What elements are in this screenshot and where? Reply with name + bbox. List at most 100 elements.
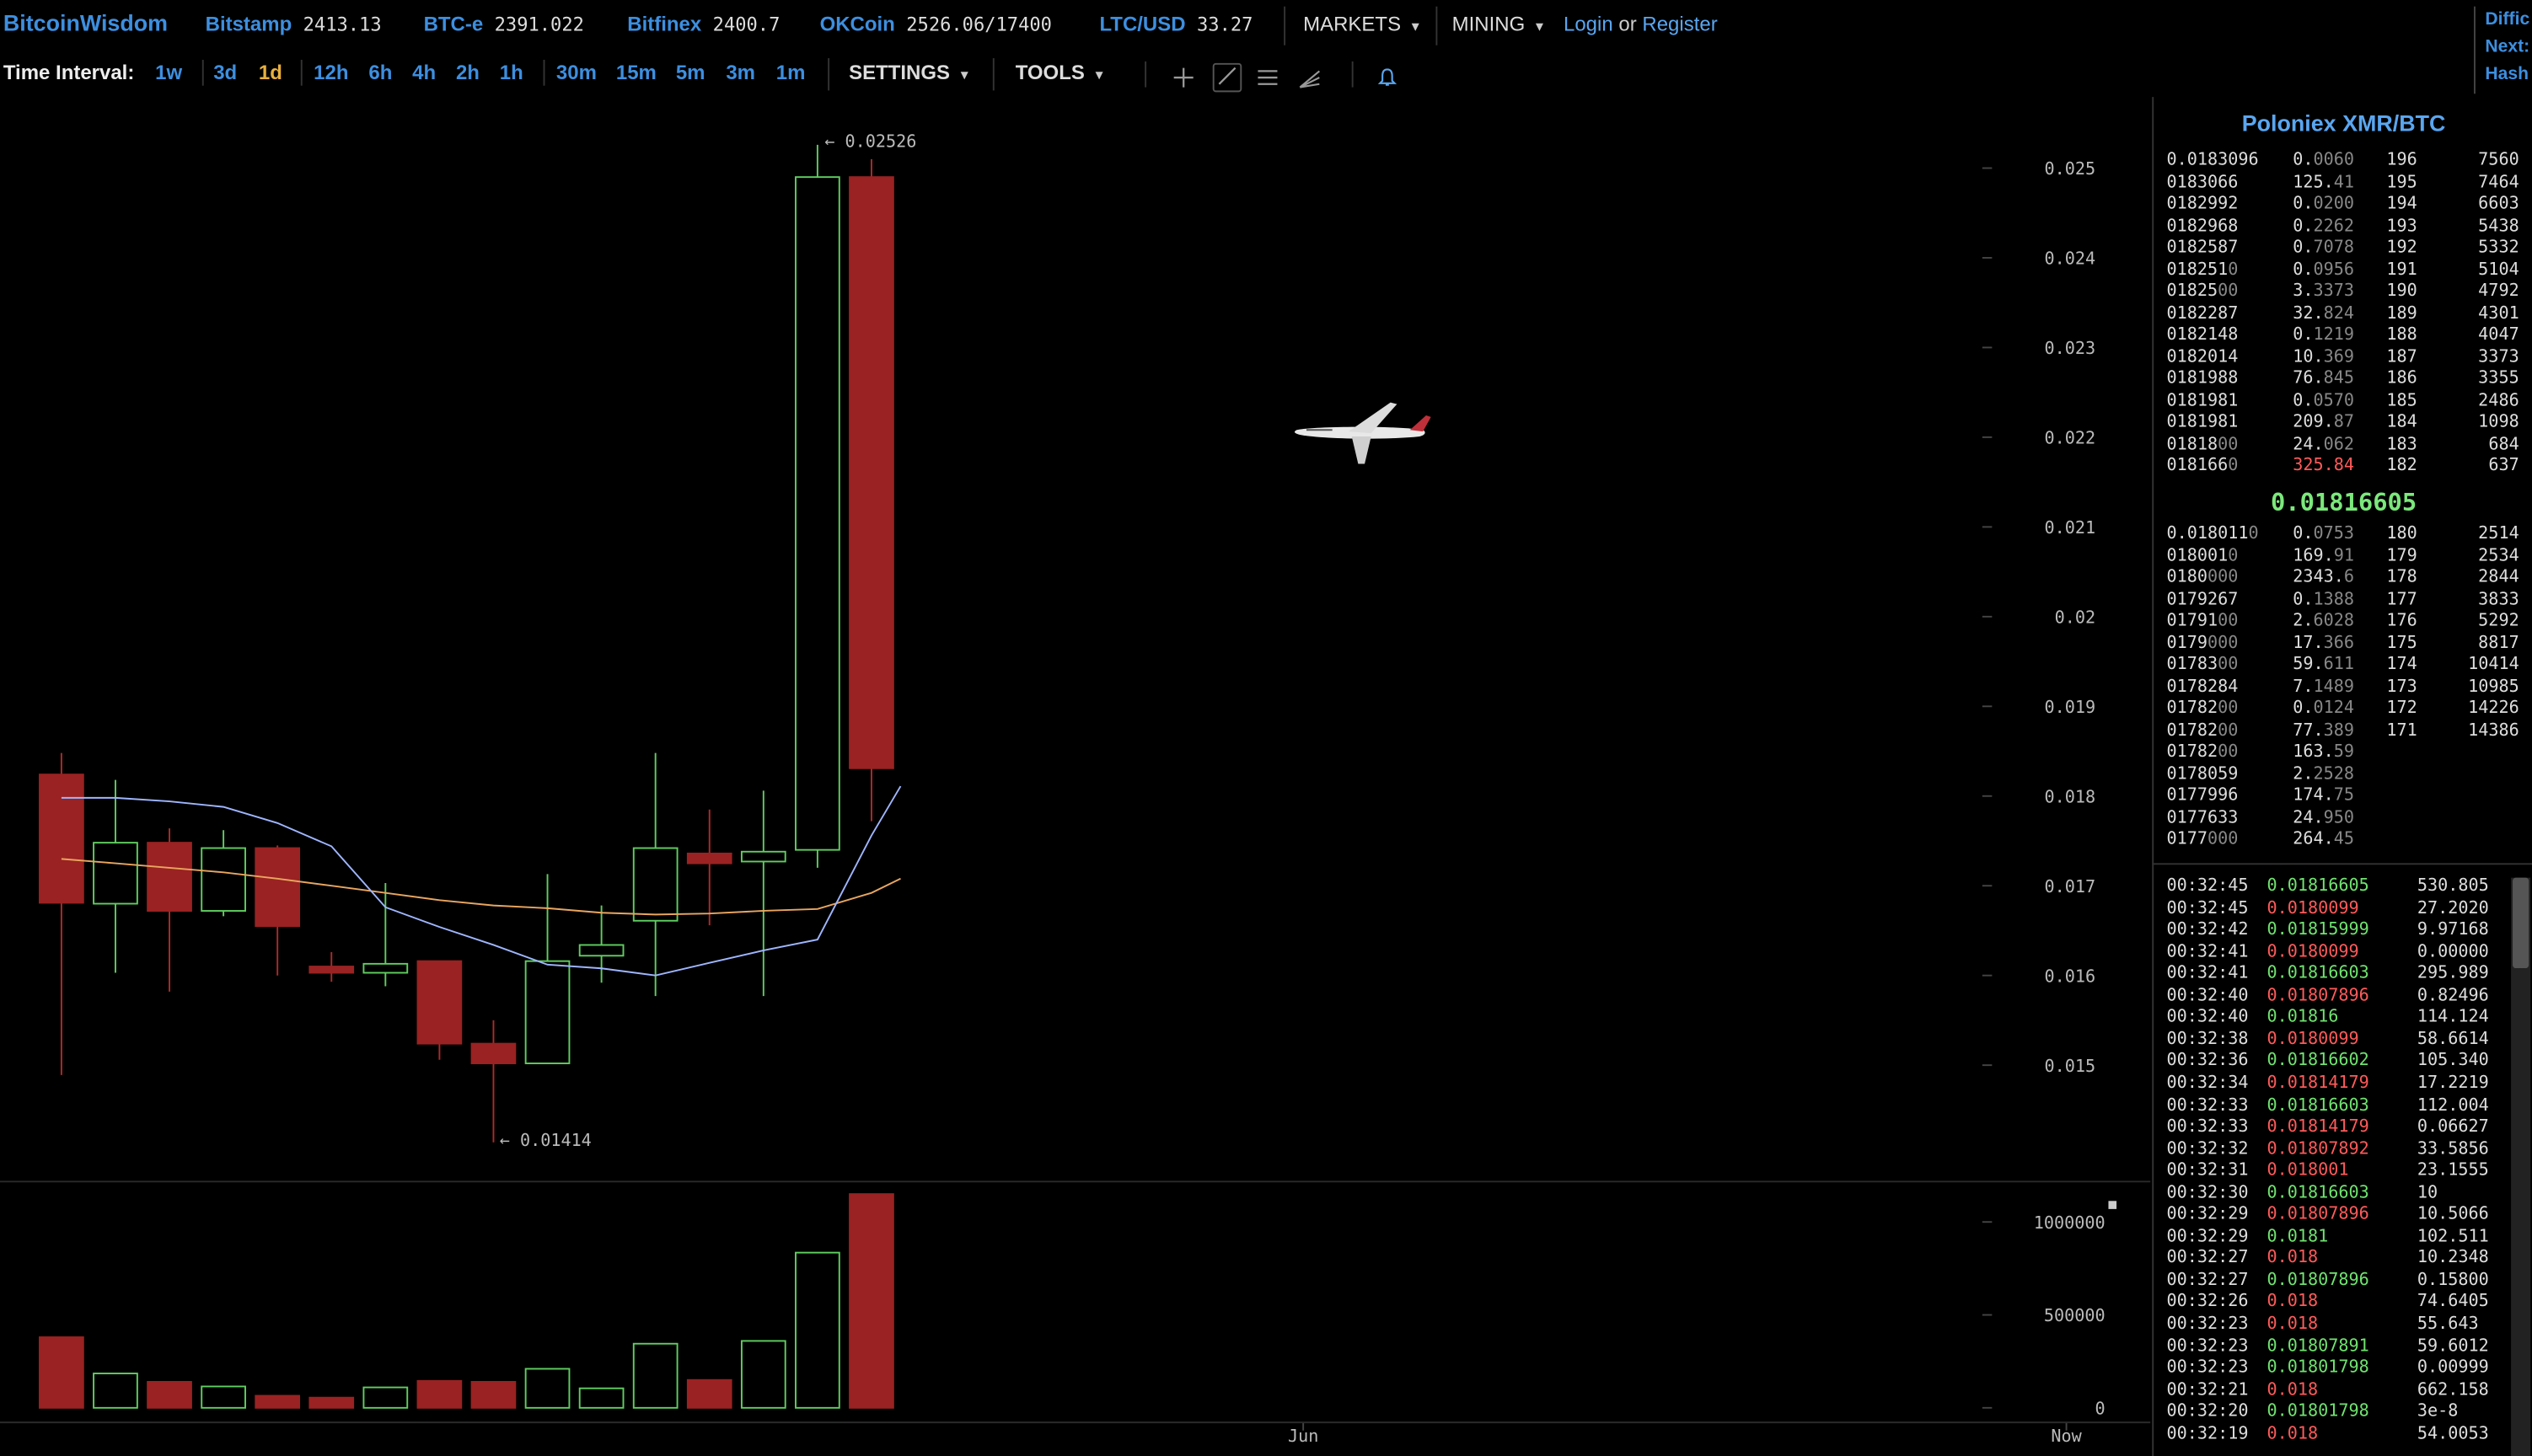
price-digits: 01791 bbox=[2166, 611, 2218, 631]
ask-row[interactable]: 0181981 209.87 184 1098 bbox=[2167, 412, 2519, 434]
brand-logo[interactable]: BitcoinWisdom bbox=[3, 10, 168, 36]
order-total: 14226 bbox=[2468, 698, 2519, 718]
trade-row: 00:32:33 0.01814179 0.06627 bbox=[2167, 1117, 2519, 1139]
interval-1d[interactable]: 1d bbox=[259, 62, 282, 84]
ask-row[interactable]: 0182014 10.369 187 3373 bbox=[2167, 346, 2519, 368]
ask-row[interactable]: 0182992 0.0200 194 6603 bbox=[2167, 194, 2519, 216]
interval-2h[interactable]: 2h bbox=[456, 62, 480, 84]
bid-row[interactable]: 0178284 7.1489 173 10985 bbox=[2167, 677, 2519, 699]
login-link[interactable]: Login bbox=[1564, 13, 1613, 35]
ticker-btce[interactable]: BTC-e 2391.022 bbox=[424, 13, 584, 35]
bid-row[interactable]: 0180010 169.91 179 2534 bbox=[2167, 545, 2519, 567]
bid-row[interactable]: 0177996 174.75 bbox=[2167, 785, 2519, 807]
mining-label: MINING bbox=[1451, 13, 1526, 36]
bid-row[interactable]: 0178200 77.389 171 14386 bbox=[2167, 720, 2519, 742]
price-tick-label: 0.019 bbox=[2045, 697, 2096, 717]
interval-12h[interactable]: 12h bbox=[314, 62, 348, 84]
register-link[interactable]: Register bbox=[1642, 13, 1717, 35]
ask-row[interactable]: 0182587 0.7078 192 5332 bbox=[2167, 238, 2519, 260]
ask-row[interactable]: 0182148 0.1219 188 4047 bbox=[2167, 325, 2519, 347]
bid-row[interactable]: 0179100 2.6028 176 5292 bbox=[2167, 611, 2519, 633]
order-price: 0182510 bbox=[2167, 260, 2239, 279]
interval-1h[interactable]: 1h bbox=[500, 62, 523, 84]
market-title[interactable]: Poloniex XMR/BTC bbox=[2154, 110, 2532, 136]
order-depth: 175 bbox=[2386, 633, 2417, 653]
interval-30m[interactable]: 30m bbox=[556, 62, 597, 84]
interval-1w[interactable]: 1w bbox=[155, 62, 182, 84]
interval-3d[interactable]: 3d bbox=[213, 62, 237, 84]
bid-row[interactable]: 0177000 264.45 bbox=[2167, 829, 2519, 851]
interval-15m[interactable]: 15m bbox=[616, 62, 657, 84]
bid-row[interactable]: 0179000 17.366 175 8817 bbox=[2167, 633, 2519, 655]
ticker-bar: BitcoinWisdom Bitstamp 2413.13 BTC-e 2391.… bbox=[0, 0, 2474, 51]
bid-row[interactable]: 0.0180110 0.0753 180 2514 bbox=[2167, 524, 2519, 546]
ticker-bitfinex[interactable]: Bitfinex 2400.7 bbox=[627, 13, 780, 35]
crosshair-icon[interactable] bbox=[1171, 67, 1197, 93]
scrollbar-thumb[interactable] bbox=[2513, 877, 2529, 969]
divider bbox=[543, 59, 545, 86]
ask-row[interactable]: 0182287 32.824 189 4301 bbox=[2167, 303, 2519, 325]
trade-time: 00:32:29 bbox=[2166, 1204, 2249, 1224]
trade-amount: 662.158 bbox=[2417, 1379, 2489, 1400]
ask-row[interactable]: 0182500 3.3373 190 4792 bbox=[2167, 281, 2519, 303]
ticker-ltcusd[interactable]: LTC/USD 33.27 bbox=[1099, 13, 1253, 35]
line-draw-icon[interactable] bbox=[1212, 62, 1242, 93]
trade-row: 00:32:27 0.01807896 0.15800 bbox=[2167, 1271, 2519, 1293]
order-price: 0179267 bbox=[2167, 589, 2239, 608]
bid-row[interactable]: 0178059 2.2528 bbox=[2167, 763, 2519, 785]
order-amount: 24.950 bbox=[2293, 807, 2354, 827]
ticker-bitstamp[interactable]: Bitstamp 2413.13 bbox=[206, 13, 382, 35]
order-depth: 182 bbox=[2386, 455, 2417, 475]
trade-price: 0.01801798 bbox=[2266, 1357, 2369, 1378]
price-chart[interactable]: 0.025 0.024 0.023 0.022 0.021 0.02 0.019 0.018 0… bbox=[0, 97, 2151, 1456]
alert-bell-icon[interactable] bbox=[1375, 67, 1401, 93]
bid-row[interactable]: 0178200 0.0124 172 14226 bbox=[2167, 699, 2519, 720]
order-amount: 10.369 bbox=[2293, 346, 2354, 366]
ask-row[interactable]: 0181981 0.0570 185 2486 bbox=[2167, 390, 2519, 412]
bid-row[interactable]: 0178300 59.611 174 10414 bbox=[2167, 655, 2519, 677]
amount-frac: 45 bbox=[2333, 829, 2355, 849]
ask-row[interactable]: 0.0183096 0.0060 196 7560 bbox=[2167, 150, 2519, 172]
order-depth: 172 bbox=[2386, 698, 2417, 718]
price-digits: 0182014 bbox=[2166, 346, 2239, 367]
ask-row[interactable]: 0181988 76.845 186 3355 bbox=[2167, 368, 2519, 390]
settings-menu[interactable]: SETTINGS ▼ bbox=[849, 62, 971, 84]
interval-5m[interactable]: 5m bbox=[676, 62, 705, 84]
bid-row[interactable]: 0180000 2343.6 178 2844 bbox=[2167, 567, 2519, 589]
bid-row[interactable]: 0178200 163.59 bbox=[2167, 741, 2519, 763]
ask-row[interactable]: 0183066 125.41 195 7464 bbox=[2167, 172, 2519, 194]
hash-label: Hash bbox=[2485, 64, 2529, 84]
tools-menu[interactable]: TOOLS ▼ bbox=[1016, 62, 1106, 84]
interval-6h[interactable]: 6h bbox=[368, 62, 392, 84]
chart-toolbar: Time Interval: 1w 3d 1d 12h 6h 4h 2h 1h … bbox=[0, 51, 2150, 97]
volume-tick-label: 0 bbox=[2095, 1399, 2106, 1419]
interval-1m[interactable]: 1m bbox=[776, 62, 806, 84]
fan-icon[interactable] bbox=[1296, 67, 1322, 93]
bid-row[interactable]: 0179267 0.1388 177 3833 bbox=[2167, 589, 2519, 611]
amount-frac: 0753 bbox=[2313, 523, 2355, 543]
mining-menu[interactable]: MINING ▼ bbox=[1452, 13, 1546, 35]
next-label: Next: bbox=[2485, 37, 2530, 57]
ticker-okcoin[interactable]: OKCoin 2526.06/17400 bbox=[820, 13, 1052, 35]
trade-amount: 112.004 bbox=[2417, 1095, 2489, 1115]
price-trailing-zeros: 00 bbox=[2218, 720, 2239, 740]
order-total: 5332 bbox=[2478, 237, 2519, 258]
trade-row: 00:32:40 0.01816 114.124 bbox=[2167, 1008, 2519, 1030]
trades-scrollbar[interactable] bbox=[2511, 877, 2531, 1456]
ask-row[interactable]: 0181800 24.062 183 684 bbox=[2167, 434, 2519, 456]
order-depth: 194 bbox=[2386, 194, 2417, 214]
order-amount: 0.0753 bbox=[2293, 524, 2354, 543]
divider bbox=[1284, 6, 1286, 46]
interval-3m[interactable]: 3m bbox=[726, 62, 755, 84]
trade-time: 00:32:31 bbox=[2166, 1160, 2249, 1180]
fib-lines-icon[interactable] bbox=[1255, 67, 1281, 93]
price-digits: 01782 bbox=[2166, 698, 2218, 718]
ask-row[interactable]: 0182510 0.0956 191 5104 bbox=[2167, 260, 2519, 281]
ask-row[interactable]: 0182968 0.2262 193 5438 bbox=[2167, 216, 2519, 238]
ask-row[interactable]: 0181660 325.84 182 637 bbox=[2167, 456, 2519, 478]
markets-menu[interactable]: MARKETS ▼ bbox=[1303, 13, 1422, 35]
bid-row[interactable]: 0177633 24.950 bbox=[2167, 807, 2519, 829]
interval-4h[interactable]: 4h bbox=[412, 62, 436, 84]
price-digits: 0181988 bbox=[2166, 368, 2239, 388]
order-price: 0182014 bbox=[2167, 346, 2239, 366]
